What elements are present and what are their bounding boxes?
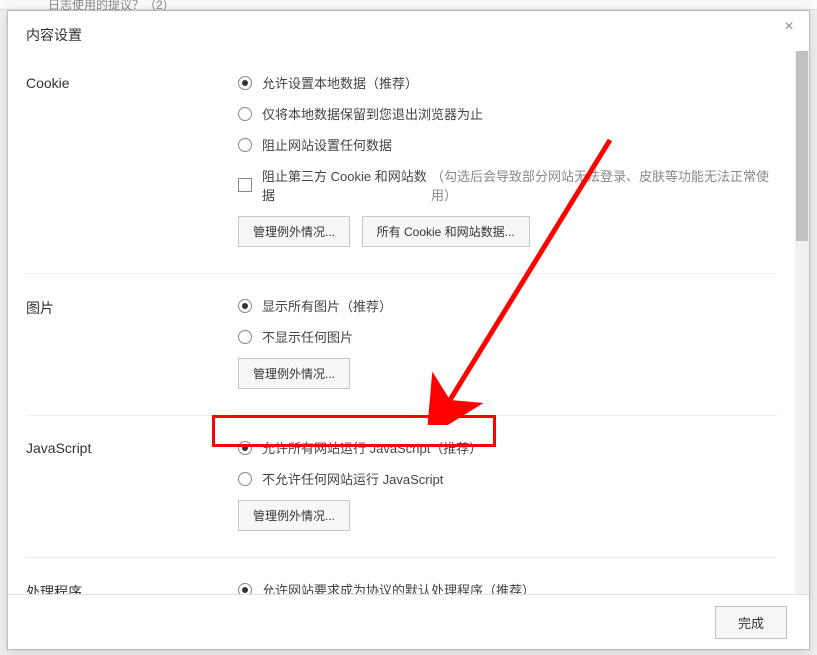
section-label-javascript: JavaScript bbox=[26, 438, 238, 531]
radio-icon bbox=[238, 138, 252, 152]
content-settings-dialog: 内容设置 × Cookie 允许设置本地数据（推荐） 仅将本地数据保留到您退出浏… bbox=[7, 10, 810, 650]
images-buttons: 管理例外情况... bbox=[238, 358, 777, 389]
manage-exceptions-button[interactable]: 管理例外情况... bbox=[238, 500, 350, 531]
images-opt-show[interactable]: 显示所有图片（推荐） bbox=[238, 296, 777, 315]
done-button[interactable]: 完成 bbox=[715, 606, 787, 639]
close-icon[interactable]: × bbox=[779, 17, 799, 37]
option-label: 不允许任何网站运行 JavaScript bbox=[262, 469, 443, 488]
dialog-header: 内容设置 × bbox=[8, 11, 809, 55]
section-content-images: 显示所有图片（推荐） 不显示任何图片 管理例外情况... bbox=[238, 296, 777, 389]
images-opt-hide[interactable]: 不显示任何图片 bbox=[238, 327, 777, 346]
option-label: 阻止网站设置任何数据 bbox=[262, 135, 392, 154]
cookie-opt-block[interactable]: 阻止网站设置任何数据 bbox=[238, 135, 777, 154]
radio-icon bbox=[238, 299, 252, 313]
option-hint: （勾选后会导致部分网站无法登录、皮肤等功能无法正常使用） bbox=[431, 166, 777, 204]
radio-icon bbox=[238, 472, 252, 486]
manage-exceptions-button[interactable]: 管理例外情况... bbox=[238, 216, 350, 247]
section-content-javascript: 允许所有网站运行 JavaScript（推荐） 不允许任何网站运行 JavaSc… bbox=[238, 438, 777, 531]
dialog-body: Cookie 允许设置本地数据（推荐） 仅将本地数据保留到您退出浏览器为止 阻止… bbox=[8, 51, 795, 594]
handlers-opt-allow[interactable]: 允许网站要求成为协议的默认处理程序（推荐） bbox=[238, 580, 777, 594]
section-content-handlers: 允许网站要求成为协议的默认处理程序（推荐） bbox=[238, 580, 777, 594]
section-label-handlers: 处理程序 bbox=[26, 580, 238, 594]
background-content: 日志使用的提议？（2） bbox=[0, 0, 817, 10]
option-label: 显示所有图片（推荐） bbox=[262, 296, 392, 315]
radio-icon bbox=[238, 107, 252, 121]
checkbox-icon bbox=[238, 178, 252, 192]
option-label: 允许设置本地数据（推荐） bbox=[262, 73, 418, 92]
section-images: 图片 显示所有图片（推荐） 不显示任何图片 管理例外情况... bbox=[26, 274, 777, 416]
all-cookies-button[interactable]: 所有 Cookie 和网站数据... bbox=[362, 216, 530, 247]
section-javascript: JavaScript 允许所有网站运行 JavaScript（推荐） 不允许任何… bbox=[26, 416, 777, 558]
radio-icon bbox=[238, 330, 252, 344]
cookie-buttons: 管理例外情况... 所有 Cookie 和网站数据... bbox=[238, 216, 777, 247]
javascript-opt-block[interactable]: 不允许任何网站运行 JavaScript bbox=[238, 469, 777, 488]
scrollbar-thumb[interactable] bbox=[796, 51, 808, 241]
scrollbar-track[interactable] bbox=[795, 51, 809, 594]
option-label: 允许网站要求成为协议的默认处理程序（推荐） bbox=[262, 580, 535, 594]
cookie-opt-session[interactable]: 仅将本地数据保留到您退出浏览器为止 bbox=[238, 104, 777, 123]
section-content-cookie: 允许设置本地数据（推荐） 仅将本地数据保留到您退出浏览器为止 阻止网站设置任何数… bbox=[238, 73, 777, 247]
javascript-buttons: 管理例外情况... bbox=[238, 500, 777, 531]
dialog-footer: 完成 bbox=[8, 594, 809, 649]
dialog-title: 内容设置 bbox=[26, 27, 82, 43]
section-handlers: 处理程序 允许网站要求成为协议的默认处理程序（推荐） bbox=[26, 558, 777, 594]
radio-icon bbox=[238, 76, 252, 90]
option-label: 仅将本地数据保留到您退出浏览器为止 bbox=[262, 104, 483, 123]
section-label-cookie: Cookie bbox=[26, 73, 238, 247]
option-label: 允许所有网站运行 JavaScript（推荐） bbox=[262, 438, 482, 457]
manage-exceptions-button[interactable]: 管理例外情况... bbox=[238, 358, 350, 389]
radio-icon bbox=[238, 441, 252, 455]
radio-icon bbox=[238, 583, 252, 595]
option-label: 阻止第三方 Cookie 和网站数据 bbox=[262, 166, 431, 204]
cookie-opt-allow[interactable]: 允许设置本地数据（推荐） bbox=[238, 73, 777, 92]
cookie-block-thirdparty[interactable]: 阻止第三方 Cookie 和网站数据 （勾选后会导致部分网站无法登录、皮肤等功能… bbox=[238, 166, 777, 204]
option-label: 不显示任何图片 bbox=[262, 327, 353, 346]
section-label-images: 图片 bbox=[26, 296, 238, 389]
javascript-opt-allow[interactable]: 允许所有网站运行 JavaScript（推荐） bbox=[238, 438, 777, 457]
section-cookie: Cookie 允许设置本地数据（推荐） 仅将本地数据保留到您退出浏览器为止 阻止… bbox=[26, 51, 777, 274]
